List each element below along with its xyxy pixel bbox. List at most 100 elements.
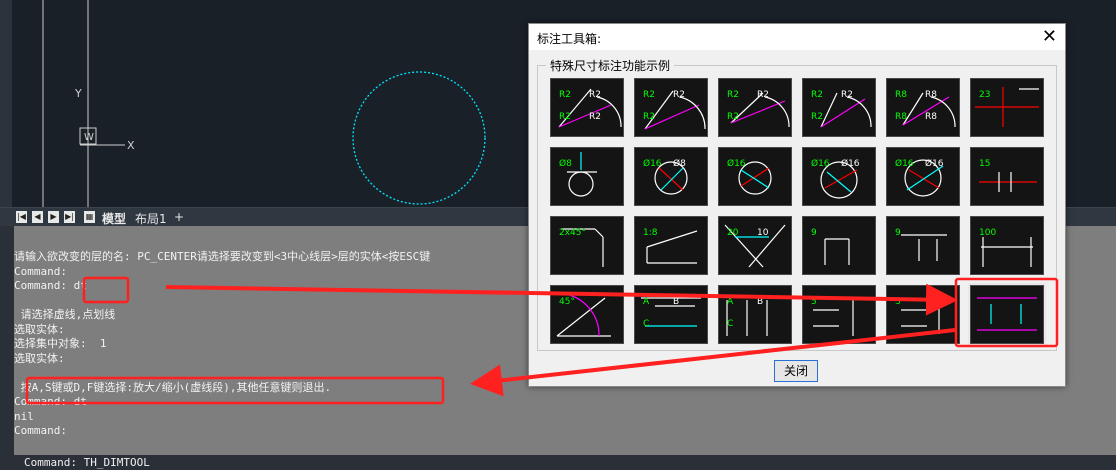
dim-example-tile[interactable]: 9 xyxy=(802,216,876,275)
tile-preview: Ø16 Ø8 xyxy=(643,158,688,195)
tile-preview: 23 xyxy=(975,87,1039,127)
dim-example-tile[interactable] xyxy=(968,283,1046,346)
dim-example-tile[interactable]: 9 xyxy=(886,216,960,275)
dim-example-tile[interactable]: R2 R2 R2 xyxy=(718,78,792,137)
tile-dimension-label: 23 xyxy=(979,90,990,100)
tile-dimension-label: Ø8 xyxy=(673,158,686,169)
dim-example-tile[interactable]: 2x45° xyxy=(550,216,624,275)
history-line: Command: dt xyxy=(14,395,87,408)
axis-x-label: X xyxy=(127,139,135,152)
tile-preview: 100 xyxy=(979,228,1033,267)
dim-toolbox-dialog: 标注工具箱: ✕ 特殊尺寸标注功能示例 R2 R2 R2 R2 R2 R2 R2 R2 R2 R2… xyxy=(528,23,1066,387)
dim-example-tile[interactable]: Ø8 xyxy=(550,147,624,206)
tile-dimension-label: 3 xyxy=(895,297,901,307)
selected-circle-entity xyxy=(352,71,486,205)
history-line: 选取实体: xyxy=(14,322,65,336)
first-tab-button[interactable]: |◀ xyxy=(16,211,27,223)
tile-dimension-label: 9 xyxy=(811,228,817,238)
tile-preview: 20 10 xyxy=(724,224,786,268)
tile-dimension-label: B xyxy=(673,297,679,307)
tile-stroke xyxy=(730,100,786,124)
history-line: 选择集中对象: 1 xyxy=(14,337,107,350)
dim-example-tile[interactable]: 15 xyxy=(970,147,1044,206)
tile-dimension-label: Ø16 xyxy=(643,158,662,169)
tile-dimension-label: R8 xyxy=(925,90,937,100)
tile-dimension-label: 1:8 xyxy=(643,228,658,238)
dim-example-tile[interactable]: A B C xyxy=(634,285,708,344)
dim-example-tile[interactable]: 23 xyxy=(970,78,1044,137)
history-line: 请输入欲改变的层的名: PC_CENTER请选择要改变到<3中心线层>层的实体<… xyxy=(14,250,431,263)
dim-example-tile[interactable]: 20 10 xyxy=(718,216,792,275)
dim-example-tile[interactable]: R2 R2 R2 xyxy=(802,78,876,137)
dim-example-tile[interactable]: Ø16 Ø8 xyxy=(634,147,708,206)
tile-preview: Ø8 xyxy=(559,152,597,197)
tile-preview: Ø16 xyxy=(727,158,772,195)
tile-preview: 9 xyxy=(811,228,850,265)
tab-model[interactable]: 模型 xyxy=(102,210,126,227)
tab-layout1[interactable]: 布局1 xyxy=(135,210,167,227)
dim-example-tile[interactable]: 100 xyxy=(970,216,1044,275)
dim-example-tile[interactable]: Ø16 xyxy=(718,147,792,206)
tile-dimension-label: B xyxy=(757,297,763,307)
tile-dimension-label: R8 xyxy=(895,112,907,122)
tile-dimension-label: 100 xyxy=(979,228,996,238)
tile-dimension-label: R2 xyxy=(811,112,823,122)
tile-preview xyxy=(977,297,1037,331)
tile-dimension-label: 45° xyxy=(559,297,575,307)
tab-menu-button[interactable]: ▦ xyxy=(84,211,95,223)
dim-example-tile[interactable]: A B C xyxy=(718,285,792,344)
tile-dimension-label: 20 xyxy=(727,228,739,238)
dim-example-tile[interactable]: Ø16 Ø16 xyxy=(886,147,960,206)
tile-dimension-label: C xyxy=(727,319,733,329)
history-line xyxy=(14,294,614,309)
last-tab-button[interactable]: ▶| xyxy=(64,211,75,223)
tile-stroke xyxy=(764,96,790,128)
history-line: 请选择虚线,点划线 xyxy=(14,308,116,321)
tile-stroke xyxy=(846,96,872,128)
dialog-title: 标注工具箱: xyxy=(537,32,602,46)
dialog-titlebar[interactable]: 标注工具箱: ✕ xyxy=(529,24,1065,50)
dim-example-tile[interactable]: R2 R2 R2 xyxy=(634,78,708,137)
tile-dimension-label: Ø16 xyxy=(811,158,830,169)
axis-y-label: Y xyxy=(74,87,82,100)
tile-dimension-label: R2 xyxy=(643,90,655,100)
tile-dimension-label: 10 xyxy=(757,228,769,238)
tile-dimension-label: 15 xyxy=(979,159,990,169)
tile-dimension-label: 5 xyxy=(811,297,817,307)
close-button[interactable]: 关闭 xyxy=(774,360,818,382)
tile-dimension-label: A xyxy=(643,297,650,307)
tile-stroke xyxy=(906,165,944,191)
tile-dimension-label: R2 xyxy=(841,90,853,100)
dim-example-tile[interactable]: 45° xyxy=(550,285,624,344)
dim-example-tile[interactable]: 5 xyxy=(802,285,876,344)
tile-preview: 1:8 xyxy=(643,228,698,264)
dim-example-tile[interactable]: R8 R8 R8 R8 xyxy=(886,78,960,137)
tile-dimension-label: R2 xyxy=(589,90,601,100)
close-icon[interactable]: ✕ xyxy=(1042,26,1057,47)
command-input-line[interactable]: Command: TH_DIMTOOL xyxy=(0,455,1116,470)
history-line xyxy=(14,366,614,381)
history-line: 按A,S键或D,F键选择:放大/缩小(虚线段),其他任意键则退出. xyxy=(14,380,332,394)
prev-tab-button[interactable]: ◀ xyxy=(32,211,43,223)
dim-example-tile[interactable]: Ø16 Ø16 xyxy=(802,147,876,206)
command-history-lines: 请输入欲改变的层的名: PC_CENTER请选择要改变到<3中心线层>层的实体<… xyxy=(14,250,614,439)
history-line: Command: xyxy=(14,424,67,437)
tile-dimension-label: R8 xyxy=(925,112,937,122)
dim-example-tile[interactable]: 1:8 xyxy=(634,216,708,275)
tile-stroke xyxy=(568,171,594,197)
tile-stroke xyxy=(594,228,604,238)
tile-dimension-label: R2 xyxy=(589,112,601,122)
dim-example-tile[interactable]: R2 R2 R2 R2 xyxy=(550,78,624,137)
tile-dimension-label: Ø16 xyxy=(895,158,914,169)
command-window-grip[interactable] xyxy=(0,226,14,455)
tile-dimension-label: R2 xyxy=(673,90,685,100)
tile-dimension-label: A xyxy=(727,297,734,307)
tile-preview: Ø16 Ø16 xyxy=(811,158,860,199)
ucs-label: W xyxy=(84,132,94,143)
tile-dimension-label: R8 xyxy=(895,90,907,100)
add-layout-tab[interactable]: + xyxy=(174,210,184,224)
tile-preview: 9 xyxy=(895,228,947,261)
dim-example-tile[interactable]: 3 xyxy=(886,285,960,344)
history-line: 选取实体: xyxy=(14,351,65,365)
next-tab-button[interactable]: ▶ xyxy=(48,211,59,223)
